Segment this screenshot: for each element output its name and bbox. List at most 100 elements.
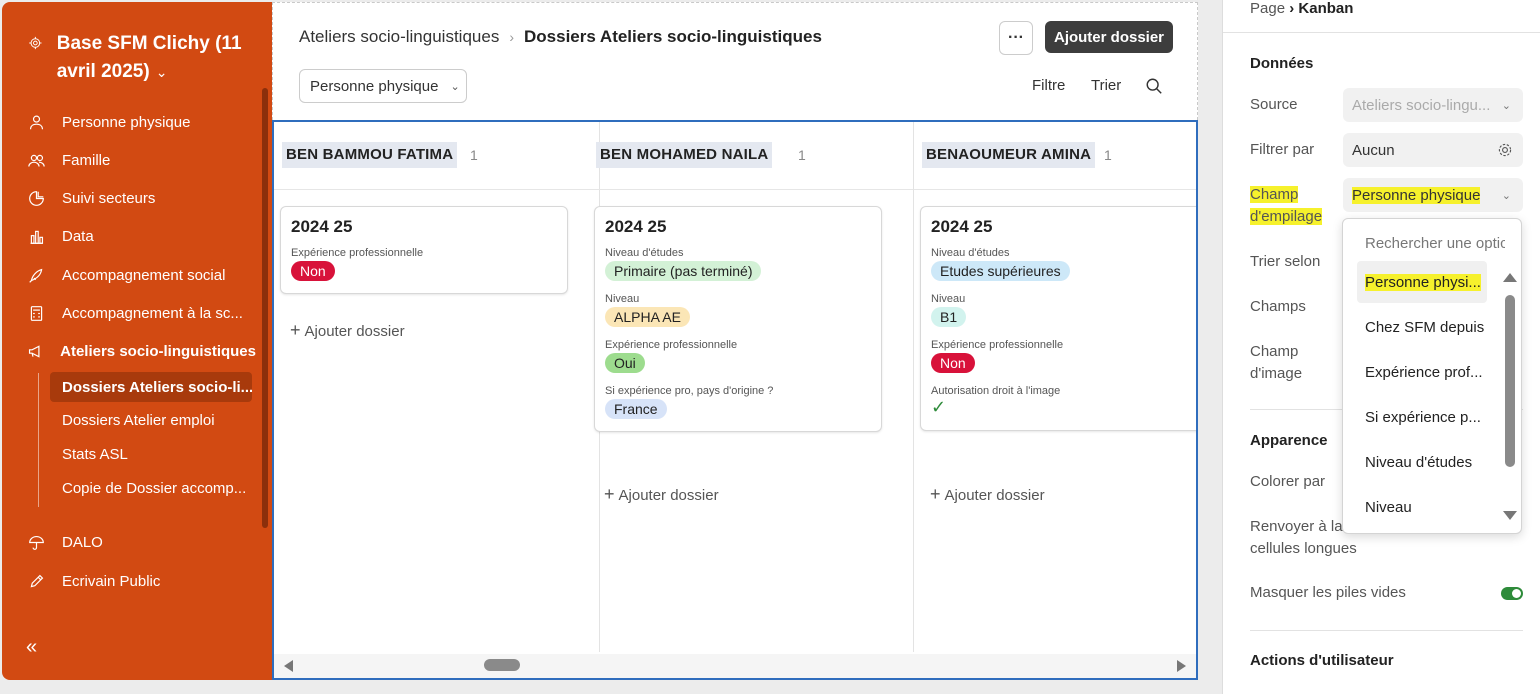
sidebar-item[interactable]: Ecrivain Public [26, 567, 256, 595]
add-card-label: Ajouter dossier [618, 487, 719, 504]
add-card-button[interactable]: + Ajouter dossier [930, 484, 1045, 505]
chevron-down-icon: ⌄ [450, 80, 460, 93]
dropdown-option[interactable]: Niveau [1357, 486, 1487, 528]
group-by-select[interactable]: Personne physique ⌄ [299, 69, 467, 103]
sidebar-item[interactable]: Ateliers socio-linguistiques [26, 337, 256, 365]
sidebar-subitem[interactable]: Dossiers Atelier emploi [50, 405, 252, 435]
field-tag: France [605, 399, 667, 419]
horizontal-scrollbar[interactable] [274, 654, 1196, 678]
dropdown-option[interactable]: Personne physi... [1357, 261, 1487, 303]
stack-field-select[interactable]: Personne physique ⌄ [1343, 178, 1523, 212]
field-label: Niveau d'études [931, 247, 1010, 259]
field-label: Niveau [931, 293, 966, 305]
sidebar-item[interactable]: Accompagnement à la sc... [26, 299, 256, 327]
dropdown-option-label: Niveau d'études [1365, 453, 1473, 471]
field-tag: B1 [931, 307, 967, 327]
sidebar-item[interactable]: Personne physique [26, 108, 256, 136]
chevron-down-icon: ⌄ [155, 64, 168, 80]
card-title: 2024 25 [931, 217, 993, 236]
megaphone-icon [26, 341, 44, 361]
pie-icon [26, 188, 46, 208]
field-label: Autorisation droit à l'image [931, 385, 1061, 397]
scroll-down-icon[interactable] [1503, 511, 1517, 520]
workspace-title: Base SFM Clichy (11 avril 2025) ⌄ [56, 33, 242, 82]
sidebar-item[interactable]: DALO [26, 528, 256, 556]
search-icon[interactable] [1145, 77, 1163, 95]
hide-empty-toggle[interactable] [1501, 587, 1523, 600]
filter-value: Aucun [1352, 141, 1395, 159]
dropdown-search-input[interactable]: Rechercher une optic [1365, 235, 1505, 252]
plus-icon: + [604, 484, 615, 504]
sidebar-item-label: Personne physique [62, 113, 191, 131]
card-title: 2024 25 [605, 217, 667, 236]
breadcrumb-parent[interactable]: Ateliers socio-linguistiques [299, 27, 499, 47]
workspace-header[interactable]: Base SFM Clichy (11 avril 2025) ⌄ [28, 30, 258, 86]
person-icon [26, 112, 46, 132]
scroll-up-icon[interactable] [1503, 273, 1517, 282]
column-header: BENAOUMEUR AMINA 1 [914, 122, 1196, 190]
scroll-left-icon[interactable] [284, 660, 293, 672]
dropdown-option[interactable]: Chez SFM depuis [1357, 306, 1487, 348]
card-title: 2024 25 [291, 217, 353, 236]
scroll-thumb[interactable] [484, 659, 520, 671]
sidebar-subitem[interactable]: Copie de Dossier accomp... [50, 473, 252, 503]
collapse-sidebar-icon[interactable]: « [26, 636, 37, 659]
column-title[interactable]: BENAOUMEUR AMINA [922, 142, 1096, 168]
sidebar-item-label: Data [62, 227, 94, 245]
sidebar-scrollbar[interactable] [262, 88, 268, 528]
dropdown-option[interactable]: Niveau d'études [1357, 441, 1487, 483]
filter-label: Filtrer par [1250, 141, 1315, 158]
add-card-button[interactable]: + Ajouter dossier [604, 484, 719, 505]
dropdown-scroll-thumb[interactable] [1505, 295, 1515, 467]
kanban-card[interactable]: 2024 25 Niveau d'études Primaire (pas term… [594, 206, 882, 432]
dropdown-option[interactable]: Expérience prof... [1357, 351, 1487, 393]
plus-icon: + [930, 484, 941, 504]
source-value: Ateliers socio-lingu... [1352, 96, 1491, 114]
breadcrumb-separator-icon: › [509, 29, 514, 45]
scroll-right-icon[interactable] [1177, 660, 1186, 672]
sidebar-item[interactable]: Accompagnement social [26, 261, 256, 289]
add-card-button[interactable]: + Ajouter dossier [290, 320, 405, 341]
add-record-button[interactable]: Ajouter dossier [1045, 21, 1173, 53]
sidebar-item-label: DALO [62, 533, 103, 551]
sidebar-subitem[interactable]: Stats ASL [50, 439, 252, 469]
workspace-logo-icon [29, 36, 42, 50]
sidebar-item[interactable]: Suivi secteurs [26, 184, 256, 212]
dropdown-option[interactable]: Si expérience p... [1357, 396, 1487, 438]
field-label: Niveau d'études [605, 247, 684, 259]
stack-field-label: Champ d'empilage [1250, 184, 1326, 228]
more-options-button[interactable]: ··· [999, 21, 1033, 55]
column-count: 1 [470, 147, 478, 163]
column-title[interactable]: BEN MOHAMED NAILA [596, 142, 773, 168]
kanban-card[interactable]: 2024 25 Expérience professionnelle Non [280, 206, 568, 294]
kanban-card[interactable]: 2024 25 Niveau d'études Etudes supérieures… [920, 206, 1196, 431]
sidebar-item[interactable]: Famille [26, 146, 256, 174]
stack-field-label-line2: d'empilage [1250, 208, 1323, 225]
chevron-right-icon: › [1289, 0, 1295, 17]
main-content: Ateliers socio-linguistiques › Dossiers … [272, 2, 1198, 680]
field-tag: Non [291, 261, 335, 281]
sidebar-item-label: Ateliers socio-linguistiques [60, 342, 256, 360]
pencil-icon [26, 571, 46, 591]
column-title[interactable]: BEN BAMMOU FATIMA [282, 142, 458, 168]
image-field-label-line2: d'image [1250, 365, 1303, 382]
gear-icon[interactable] [1497, 142, 1513, 158]
page-title: Dossiers Ateliers socio-linguistiques [524, 27, 822, 46]
submenu-line [38, 373, 39, 507]
field-label: Si expérience pro, pays d'origine ? [605, 385, 774, 397]
panel-crumb-page[interactable]: Page [1250, 0, 1285, 17]
sidebar-item-label: Suivi secteurs [62, 189, 156, 207]
sidebar-item[interactable]: Data [26, 222, 256, 250]
stack-field-dropdown: Rechercher une optic Personne physi... Ch… [1342, 218, 1522, 534]
filter-select[interactable]: Aucun [1343, 133, 1523, 167]
sidebar-subitem[interactable]: Dossiers Ateliers socio-li... [50, 372, 252, 402]
kanban-column: BENAOUMEUR AMINA 1 2024 25 Niveau d'études E… [914, 122, 1196, 652]
sort-button[interactable]: Trier [1091, 77, 1121, 94]
panel-breadcrumb: Page › Kanban [1250, 0, 1353, 17]
filter-button[interactable]: Filtre [1032, 77, 1065, 94]
kanban-column: BEN BAMMOU FATIMA 1 2024 25 Expérience prof… [274, 122, 600, 652]
dropdown-option-label: Niveau [1365, 498, 1412, 516]
sidebar: Base SFM Clichy (11 avril 2025) ⌄ Personn… [2, 2, 272, 680]
sidebar-item-label: Accompagnement social [62, 266, 226, 284]
field-label: Expérience professionnelle [605, 339, 738, 351]
